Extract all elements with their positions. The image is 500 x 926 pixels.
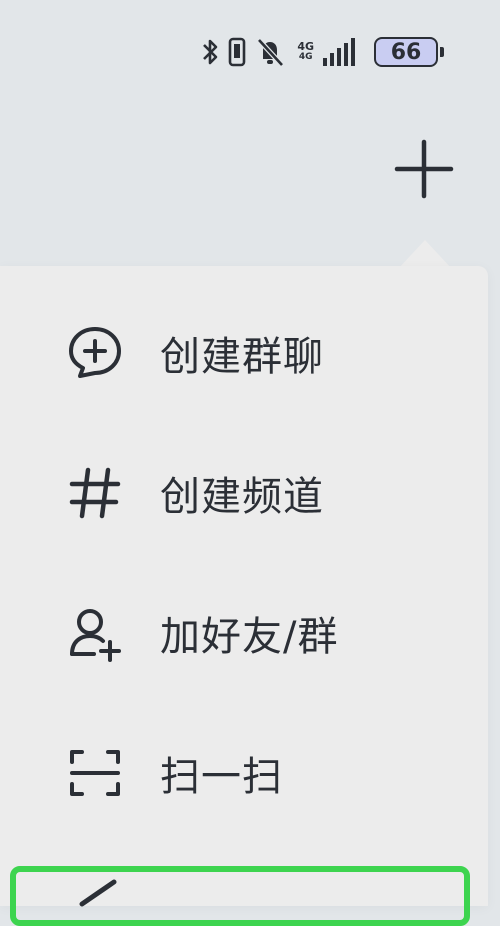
menu-item-add-friend-group[interactable]: 加好友/群 [0, 578, 488, 688]
network-type-bottom: 4G [298, 52, 313, 62]
create-group-chat-icon [66, 324, 124, 382]
add-friend-icon [66, 604, 124, 662]
send-icon [79, 879, 117, 907]
bluetooth-icon [203, 39, 218, 65]
highlighted-menu-item[interactable] [10, 866, 470, 926]
network-type-label: 4G 4G [297, 41, 314, 63]
menu-item-label: 加好友/群 [160, 614, 339, 660]
mute-bell-icon [257, 38, 285, 67]
status-bar: 4G 4G 66 [201, 26, 444, 78]
plus-dropdown-menu: 创建群聊 │ 创建频道 加好友/群 [0, 248, 488, 906]
menu-item-label: 扫一扫 [160, 754, 283, 800]
menu-item-create-channel[interactable]: 创建频道 [0, 438, 488, 548]
menu-item-label: 创建频道 [160, 474, 324, 520]
left-edge-fragment: │ [0, 248, 3, 281]
vibrate-phone-icon [229, 37, 246, 67]
hash-channel-icon [66, 464, 124, 522]
scan-icon [66, 744, 124, 802]
network-type-top: 4G [297, 40, 314, 53]
plus-icon[interactable] [393, 138, 455, 200]
battery-indicator: 66 [374, 37, 444, 67]
menu-item-label: 创建群聊 [160, 334, 324, 380]
battery-level: 66 [390, 39, 422, 65]
signal-strength-icon [323, 38, 355, 66]
menu-item-create-group-chat[interactable]: 创建群聊 │ [0, 248, 488, 408]
menu-item-scan[interactable]: 扫一扫 [0, 718, 488, 828]
